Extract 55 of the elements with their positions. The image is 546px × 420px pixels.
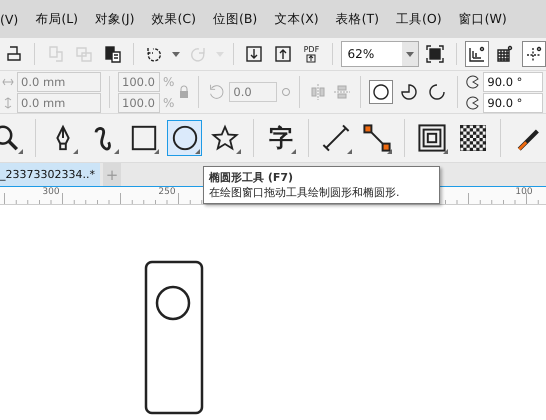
caret-icon bbox=[406, 52, 414, 56]
percent-label: % bbox=[163, 74, 174, 88]
dimension-line-icon bbox=[322, 124, 350, 152]
lock-icon bbox=[178, 85, 190, 99]
menu-item[interactable]: 布局(L) bbox=[35, 10, 78, 28]
guides-button[interactable] bbox=[522, 41, 546, 67]
rotation-field[interactable]: 0.0 bbox=[229, 82, 278, 102]
ellipse-icon bbox=[371, 82, 392, 102]
position-field[interactable]: 0.0 mm bbox=[17, 92, 101, 112]
rotate-icon bbox=[207, 83, 226, 101]
scale-field[interactable]: 100.0 bbox=[118, 72, 160, 92]
ruler-label: 100 bbox=[515, 187, 533, 197]
export-icon bbox=[272, 44, 293, 64]
menu-item[interactable]: 对象(J) bbox=[95, 10, 134, 28]
connector-icon bbox=[362, 124, 391, 152]
ruler-icon bbox=[466, 44, 487, 64]
end-angle-icon bbox=[466, 96, 480, 110]
angle-field[interactable]: 90.0 ° bbox=[483, 92, 544, 112]
zoom-level-field[interactable]: 62% bbox=[340, 41, 420, 67]
pie-icon bbox=[399, 82, 420, 102]
full-screen-icon bbox=[425, 44, 446, 64]
ruler-label: 250 bbox=[158, 187, 176, 197]
menu-item[interactable]: 表格(T) bbox=[336, 10, 380, 28]
rulers-button[interactable] bbox=[464, 41, 490, 67]
tooltip-title: 椭圆形工具 (F7) bbox=[209, 170, 294, 185]
menu-item[interactable]: 窗口(W) bbox=[458, 10, 507, 28]
scale-field[interactable]: 100.0 bbox=[118, 92, 160, 112]
text-tool-button[interactable]: 字 bbox=[263, 120, 298, 156]
contour-icon bbox=[418, 124, 446, 152]
caret-icon bbox=[172, 52, 180, 56]
ruler-label: 300 bbox=[42, 187, 60, 197]
checkerboard-icon bbox=[460, 125, 486, 151]
angle-field[interactable]: 90.0 ° bbox=[483, 72, 544, 92]
menu-item[interactable]: (V) bbox=[0, 12, 18, 26]
percent-label: % bbox=[163, 96, 174, 110]
import-icon bbox=[244, 44, 264, 64]
menu-item[interactable]: 效果(C) bbox=[151, 10, 196, 28]
menu-item[interactable]: 工具(O) bbox=[396, 10, 442, 28]
rectangle-icon bbox=[130, 124, 158, 152]
document-tab[interactable]: _23373302334..* bbox=[0, 163, 100, 186]
height-icon bbox=[2, 96, 14, 108]
star-icon bbox=[211, 124, 240, 152]
pdf-icon bbox=[306, 54, 316, 62]
paste-icon bbox=[102, 44, 123, 64]
ellipse-tool-button[interactable] bbox=[167, 120, 202, 156]
menu-item[interactable]: 文本(X) bbox=[274, 10, 319, 28]
position-field[interactable]: 0.0 mm bbox=[17, 72, 101, 92]
arc-icon bbox=[427, 82, 448, 102]
ellipse-mode-button[interactable] bbox=[369, 80, 394, 104]
degree-icon bbox=[281, 87, 292, 97]
menu-item[interactable]: 位图(B) bbox=[212, 10, 258, 28]
publish-pdf-button[interactable]: PDF bbox=[299, 41, 324, 67]
ellipse-icon bbox=[170, 124, 199, 152]
tooltip-description: 在绘图窗口拖动工具绘制圆形和椭圆形. bbox=[209, 185, 400, 200]
start-angle-icon bbox=[466, 74, 480, 88]
